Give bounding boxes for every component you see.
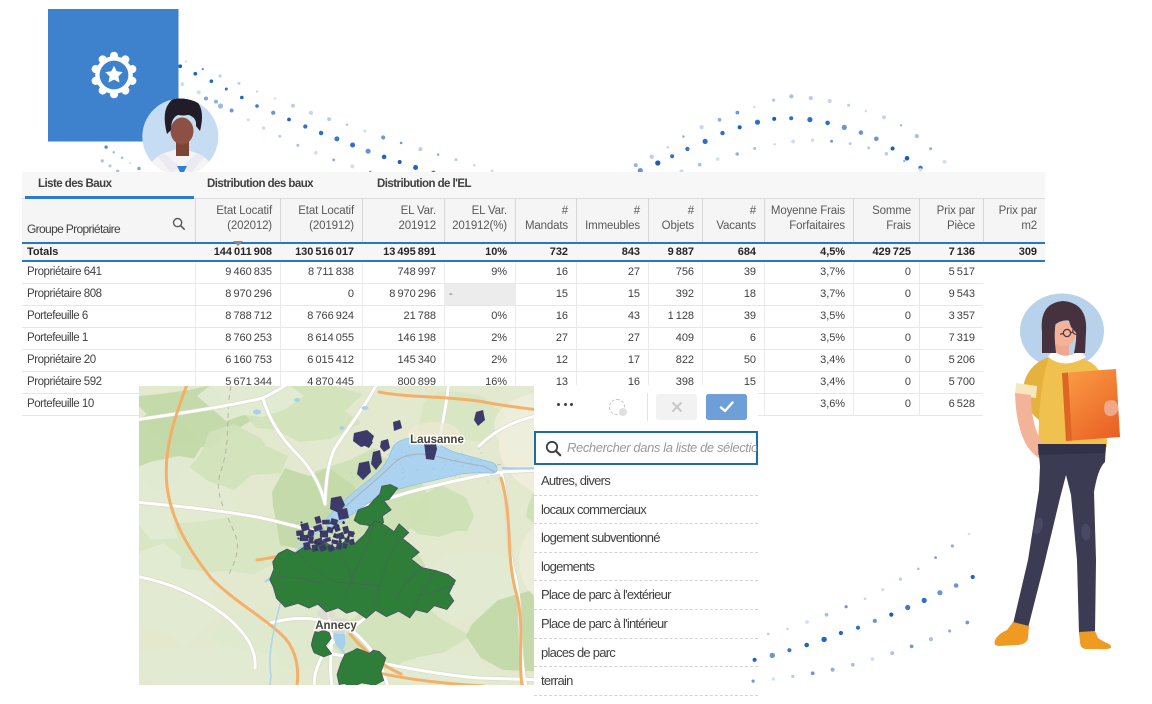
svg-text:Lausanne: Lausanne: [410, 434, 464, 446]
svg-text:Annecy: Annecy: [315, 620, 357, 632]
